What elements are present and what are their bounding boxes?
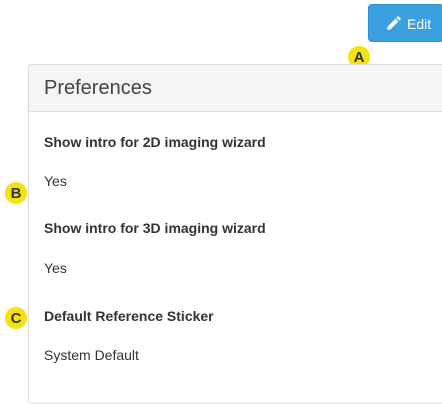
field-label-2d-intro: Show intro for 2D imaging wizard <box>44 134 266 150</box>
panel-header: Preferences <box>29 65 442 112</box>
callout-marker-c: C <box>5 307 27 329</box>
panel-title: Preferences <box>44 76 152 99</box>
field-value-2d-intro: Yes <box>44 173 67 189</box>
pencil-icon <box>387 16 401 30</box>
field-value-3d-intro: Yes <box>44 260 67 276</box>
callout-marker-b: B <box>5 182 27 204</box>
preferences-panel: Preferences Show intro for 2D imaging wi… <box>28 64 442 404</box>
edit-button-label: Edit <box>407 15 432 32</box>
edit-button[interactable]: Edit <box>368 4 442 42</box>
field-value-reference-sticker: System Default <box>44 347 139 363</box>
field-label-reference-sticker: Default Reference Sticker <box>44 308 214 324</box>
field-label-3d-intro: Show intro for 3D imaging wizard <box>44 220 266 236</box>
